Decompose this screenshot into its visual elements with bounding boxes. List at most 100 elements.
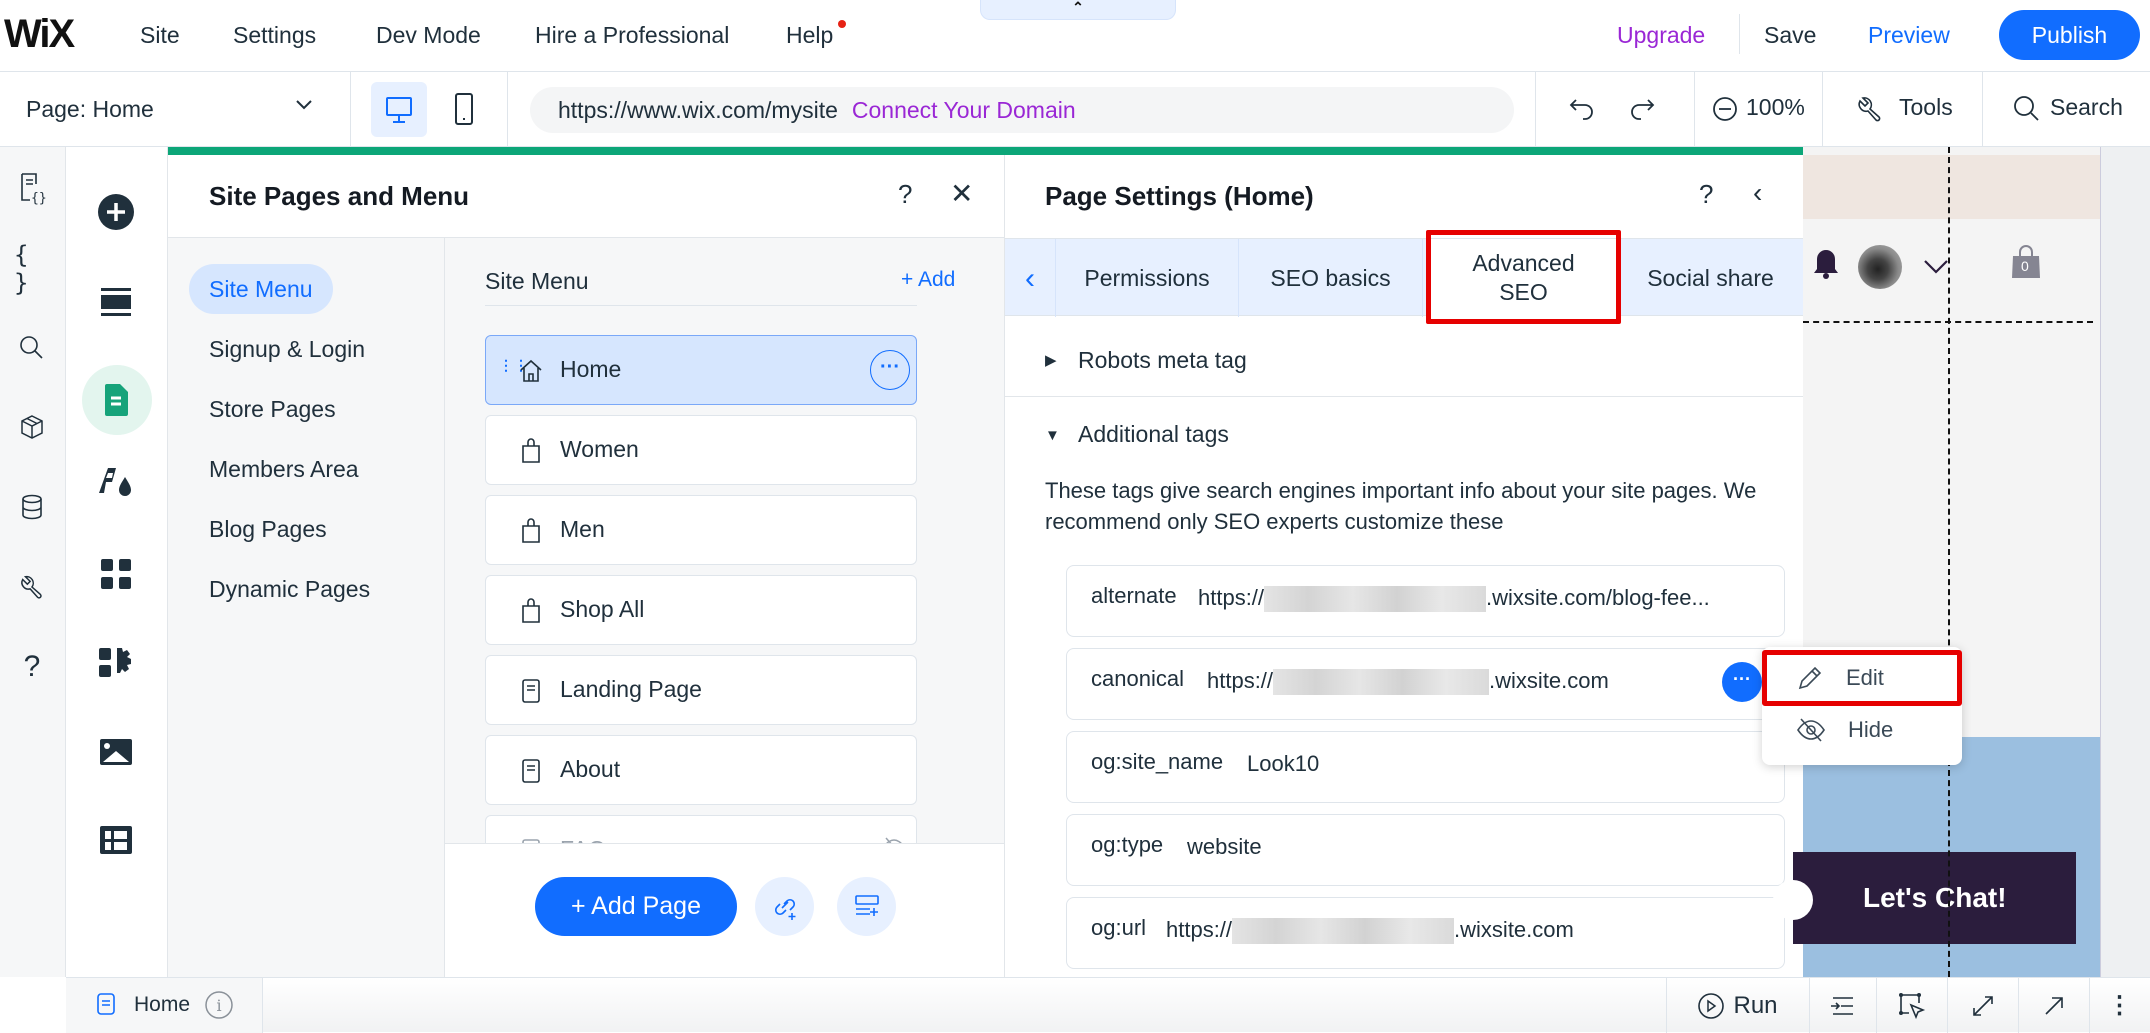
editor-toolbar: Page: Home https://www.wix.com/mysite Con… <box>0 72 2150 147</box>
business-apps-button[interactable] <box>94 641 138 685</box>
page-list-scroll[interactable]: Site Menu + Add ⋮⋮ Home ··· Women Men Sh… <box>445 238 1004 843</box>
code-braces-icon[interactable]: { } <box>14 241 50 297</box>
select-element-button[interactable] <box>1876 978 1947 1033</box>
nav-site-menu[interactable]: Site Menu <box>189 264 333 314</box>
tabs-scroll-left[interactable]: ‹ <box>1005 239 1056 317</box>
design-button[interactable] <box>94 461 138 505</box>
undo-icon <box>1569 99 1593 120</box>
media-button[interactable] <box>94 730 138 774</box>
tag-more-actions-button[interactable]: ··· <box>1722 662 1762 702</box>
add-elements-button[interactable] <box>94 190 138 234</box>
site-url-bar[interactable]: https://www.wix.com/mysite Connect Your D… <box>530 87 1514 133</box>
chevron-down-icon[interactable] <box>295 94 313 117</box>
info-icon[interactable]: i <box>204 990 234 1020</box>
add-folder-button[interactable] <box>837 877 896 936</box>
page-label: Shop All <box>560 596 645 622</box>
play-circle-icon <box>1698 992 1725 1019</box>
preview-button[interactable]: Preview <box>1868 22 1950 49</box>
page-label: Men <box>560 516 605 542</box>
avatar[interactable] <box>1858 245 1902 289</box>
page-item-about[interactable]: About <box>485 735 917 805</box>
add-link-button[interactable] <box>755 877 814 936</box>
cart-button[interactable]: 0 <box>2011 244 2041 280</box>
wrench-icon[interactable] <box>14 569 50 605</box>
page-item-faq[interactable]: FAQ <box>485 815 917 843</box>
nav-dynamic-pages[interactable]: Dynamic Pages <box>189 564 390 614</box>
page-code-icon[interactable]: {} <box>14 171 50 207</box>
current-page-indicator[interactable]: Home i <box>66 978 263 1033</box>
tab-social-share[interactable]: Social share <box>1617 239 1803 317</box>
sections-button[interactable] <box>94 280 138 324</box>
properties-panel-button[interactable] <box>1809 978 1876 1033</box>
mobile-view-button[interactable] <box>449 86 479 137</box>
wix-logo[interactable]: WiX <box>4 12 75 57</box>
collapse-toolbar-button[interactable]: ⌃ <box>980 0 1176 20</box>
tag-row[interactable]: alternate https://.wixsite.com/blog-fee.… <box>1066 565 1785 637</box>
desktop-icon <box>386 97 412 123</box>
tab-permissions[interactable]: Permissions <box>1056 239 1239 317</box>
undo-button[interactable] <box>1568 94 1598 129</box>
robots-meta-section[interactable]: ▶ Robots meta tag <box>1005 325 1803 397</box>
menu-item-hide[interactable]: Hide <box>1762 705 1962 755</box>
upgrade-link[interactable]: Upgrade <box>1617 22 1705 49</box>
connect-domain-link[interactable]: Connect Your Domain <box>852 97 1076 123</box>
add-menu-item-button[interactable]: + Add <box>901 268 955 292</box>
publish-button[interactable]: Publish <box>1999 10 2140 60</box>
help-button[interactable]: ? <box>1699 179 1713 210</box>
menu-help[interactable]: Help <box>786 22 833 49</box>
page-selector[interactable]: Page: Home <box>26 96 154 123</box>
close-button[interactable]: ✕ <box>950 177 973 210</box>
page-item-women[interactable]: Women <box>485 415 917 485</box>
pages-button[interactable] <box>94 378 138 422</box>
menu-site[interactable]: Site <box>140 22 180 49</box>
database-icon[interactable] <box>14 489 50 525</box>
help-icon[interactable]: ? <box>14 649 50 685</box>
bell-icon[interactable] <box>1811 247 1841 281</box>
tag-row[interactable]: canonical https://.wixsite.com <box>1066 648 1785 720</box>
page-item-landing-page[interactable]: Landing Page <box>485 655 917 725</box>
menu-dev-mode[interactable]: Dev Mode <box>376 22 481 49</box>
back-button[interactable]: ‹ <box>1753 177 1762 209</box>
nav-signup-login[interactable]: Signup & Login <box>189 324 385 374</box>
nav-blog-pages[interactable]: Blog Pages <box>189 504 347 554</box>
cms-button[interactable] <box>94 818 138 862</box>
tag-row[interactable]: og:type website <box>1066 814 1785 886</box>
add-page-button[interactable]: + Add Page <box>535 877 737 936</box>
tag-value: Look10 <box>1247 751 1320 776</box>
help-button[interactable]: ? <box>898 179 912 210</box>
zoom-out-button[interactable] <box>1712 96 1738 127</box>
package-icon[interactable] <box>14 409 50 445</box>
run-button[interactable]: Run <box>1666 978 1809 1033</box>
nav-members-area[interactable]: Members Area <box>189 444 379 494</box>
tag-row[interactable]: og:url https://.wixsite.com <box>1066 897 1785 969</box>
save-button[interactable]: Save <box>1764 22 1816 49</box>
menu-hire-professional[interactable]: Hire a Professional <box>535 22 729 49</box>
tag-row[interactable]: og:site_name Look10 <box>1066 731 1785 803</box>
page-item-men[interactable]: Men <box>485 495 917 565</box>
menu-settings[interactable]: Settings <box>233 22 316 49</box>
panel-header: Site Pages and Menu ? ✕ <box>168 155 1004 238</box>
redo-button[interactable] <box>1626 94 1656 129</box>
desktop-view-button[interactable] <box>371 82 427 137</box>
search-icon[interactable] <box>14 330 50 366</box>
chat-button[interactable]: Let's Chat! <box>1773 852 2076 944</box>
more-options-button[interactable]: ⋮ <box>2089 978 2150 1033</box>
chevron-down-icon[interactable] <box>1923 259 1949 275</box>
theme-icon <box>99 468 131 496</box>
expand-button[interactable] <box>1947 978 2018 1033</box>
tab-seo-basics[interactable]: SEO basics <box>1239 239 1423 317</box>
page-item-shop-all[interactable]: Shop All <box>485 575 917 645</box>
more-actions-button[interactable]: ··· <box>870 350 910 390</box>
page-item-home[interactable]: ⋮⋮ Home ··· <box>485 335 917 405</box>
tools-button[interactable]: Tools <box>1899 94 1953 121</box>
apps-button[interactable] <box>94 552 138 596</box>
link-plus-icon <box>774 898 795 920</box>
zoom-level[interactable]: 100% <box>1746 94 1805 121</box>
search-button[interactable]: Search <box>2050 94 2123 121</box>
open-external-button[interactable] <box>2018 978 2089 1033</box>
additional-tags-section[interactable]: ▼ Additional tags <box>1005 397 1803 467</box>
shopping-bag-icon <box>522 438 540 463</box>
nav-store-pages[interactable]: Store Pages <box>189 384 356 434</box>
site-canvas[interactable]: 0 Let's Chat! <box>1773 147 2100 977</box>
help-notification-dot <box>838 20 846 28</box>
